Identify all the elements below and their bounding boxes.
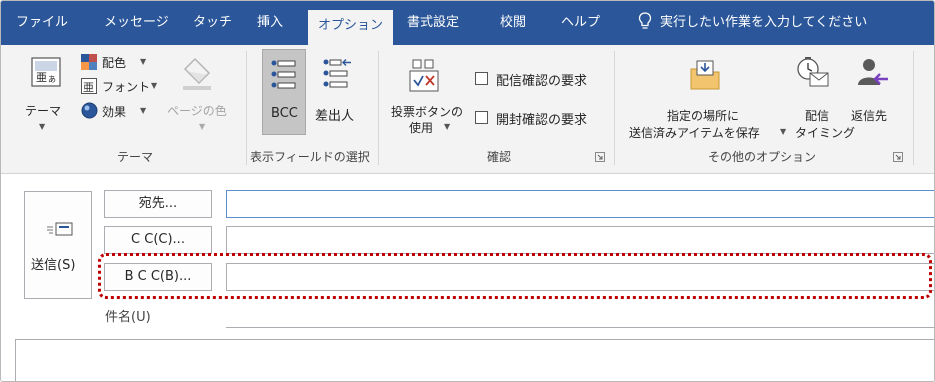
voting-icon	[409, 59, 439, 92]
voting-label-2: 使用	[409, 121, 434, 135]
tab-options[interactable]: オプション	[308, 10, 394, 45]
save-sent-label-2: 送信済みアイテムを保存	[629, 126, 760, 140]
delay-label-2: タイミング	[795, 126, 856, 140]
group-separator	[913, 51, 914, 165]
chevron-down-icon: ▼	[140, 106, 147, 115]
svg-text:亜: 亜	[36, 71, 47, 84]
chevron-down-icon: ▼	[39, 122, 46, 131]
page-color-label: ページの色	[167, 104, 227, 118]
tab-review[interactable]: 校閲	[500, 1, 526, 45]
svg-text:あ: あ	[48, 75, 56, 84]
outlook-compose-window: ファイル メッセージ タッチ 挿入 オプション 書式設定 校閲 ヘルプ 実行した…	[0, 0, 935, 382]
svg-text:亜: 亜	[83, 81, 94, 94]
chevron-down-icon: ▼	[140, 57, 147, 66]
from-icon	[323, 59, 351, 88]
show-fields-group-label: 表示フィールドの選択	[250, 150, 370, 164]
bcc-field[interactable]	[226, 263, 934, 291]
tab-touch[interactable]: タッチ	[193, 1, 232, 45]
chevron-down-icon: ▼	[444, 122, 451, 131]
ribbon-tab-bar: ファイル メッセージ タッチ 挿入 オプション 書式設定 校閲 ヘルプ 実行した…	[1, 1, 934, 45]
voting-label-1: 投票ボタンの	[391, 105, 464, 119]
tell-me-text: 実行したい作業を入力してください	[660, 15, 868, 30]
palette-icon	[81, 54, 97, 70]
tab-format-text[interactable]: 書式設定	[407, 1, 459, 45]
delay-label-1: 配信	[805, 109, 830, 123]
effects-icon	[81, 102, 98, 119]
group-separator	[614, 51, 615, 165]
effects-label: 効果	[102, 105, 127, 119]
direct-replies-label: 返信先	[851, 109, 888, 123]
bcc-label: BCC	[271, 106, 298, 121]
tab-message[interactable]: メッセージ	[104, 1, 169, 45]
font-icon: 亜	[81, 78, 97, 94]
group-separator	[246, 51, 247, 165]
chevron-down-icon: ▼	[780, 127, 787, 136]
subject-field[interactable]	[226, 327, 934, 328]
bcc-button[interactable]: B C C(B)...	[104, 263, 212, 291]
read-receipt-label: 開封確認の要求	[496, 113, 588, 128]
cc-field[interactable]	[226, 226, 934, 254]
ribbon: 亜 あ テーマ ▼ 配色 ▼ 亜 フォント ▼ 効果 ▼ ページの色 ▼ テーマ…	[1, 45, 934, 174]
dialog-launcher-icon[interactable]	[893, 152, 903, 162]
clock-envelope-icon	[797, 57, 829, 87]
send-envelope-icon	[47, 222, 73, 236]
colors-label: 配色	[102, 56, 127, 70]
tab-insert[interactable]: 挿入	[257, 1, 283, 45]
bcc-icon	[271, 60, 296, 89]
theme-label: テーマ	[25, 104, 62, 118]
delivery-receipt-label: 配信確認の要求	[496, 74, 588, 89]
paint-bucket-icon	[183, 57, 211, 90]
reply-to-icon	[858, 59, 888, 85]
dialog-launcher-icon[interactable]	[595, 152, 605, 162]
send-button[interactable]: 送信(S)	[24, 191, 92, 299]
bcc-toggle-button[interactable]: BCC	[262, 49, 306, 135]
to-field[interactable]	[226, 190, 934, 218]
tell-me-box[interactable]: 実行したい作業を入力してください	[638, 1, 867, 45]
fonts-label: フォント	[102, 80, 151, 94]
lightbulb-icon	[638, 12, 652, 29]
delivery-receipt-checkbox[interactable]	[475, 72, 488, 85]
tab-help[interactable]: ヘルプ	[561, 1, 600, 45]
from-label: 差出人	[315, 109, 355, 124]
themes-group-label: テーマ	[117, 150, 154, 164]
more-options-group-label: その他のオプション	[708, 150, 817, 164]
cc-button[interactable]: C C(C)...	[104, 226, 212, 254]
chevron-down-icon: ▼	[199, 122, 206, 131]
save-sent-label-1: 指定の場所に	[667, 109, 740, 123]
save-folder-icon	[690, 60, 720, 90]
send-label: 送信(S)	[31, 258, 76, 273]
theme-icon: 亜 あ	[31, 57, 61, 87]
message-header-area: 送信(S) 宛先... C C(C)... B C C(B)... 件名(U)	[1, 175, 934, 381]
tracking-group-label: 確認	[487, 150, 512, 164]
subject-label: 件名(U)	[105, 310, 151, 325]
chevron-down-icon: ▼	[151, 81, 158, 90]
group-separator	[378, 51, 379, 165]
message-body[interactable]	[15, 339, 934, 381]
to-button[interactable]: 宛先...	[104, 190, 212, 218]
tab-file[interactable]: ファイル	[16, 1, 68, 45]
read-receipt-checkbox[interactable]	[475, 111, 488, 124]
